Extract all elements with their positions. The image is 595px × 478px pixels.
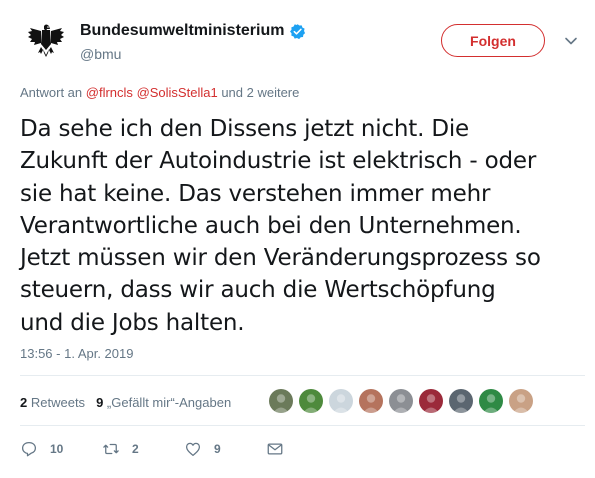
tweet-actions: 10 2 9 — [20, 440, 284, 458]
liker-avatar[interactable] — [299, 389, 323, 413]
liker-avatar[interactable] — [359, 389, 383, 413]
likers-avatars — [269, 389, 539, 413]
liker-avatar[interactable] — [269, 389, 293, 413]
retweet-count: 2 — [132, 442, 139, 456]
liker-avatar[interactable] — [329, 389, 353, 413]
reply-icon — [21, 441, 37, 457]
reply-count: 10 — [50, 442, 64, 456]
likes-stat[interactable]: 9 „Gefällt mir“-Angaben — [96, 395, 231, 410]
like-button[interactable]: 9 — [184, 440, 266, 458]
divider — [20, 375, 585, 376]
mention-link[interactable]: @SolisStella1 — [137, 85, 218, 100]
retweets-stat[interactable]: 2 Retweets — [20, 395, 85, 410]
retweet-button[interactable]: 2 — [102, 440, 184, 458]
tweet-timestamp[interactable]: 13:56 - 1. Apr. 2019 — [20, 346, 133, 361]
verified-badge-icon — [290, 23, 306, 39]
follow-button[interactable]: Folgen — [441, 24, 545, 57]
tweet-text: Da sehe ich den Dissens jetzt nicht. Die… — [20, 116, 541, 336]
liker-avatar[interactable] — [479, 389, 503, 413]
liker-avatar[interactable] — [419, 389, 443, 413]
retweet-icon — [103, 443, 119, 455]
author-display-name[interactable]: Bundesumweltministerium — [80, 22, 284, 40]
chevron-down-icon[interactable] — [562, 32, 580, 50]
envelope-icon — [267, 443, 283, 455]
reply-prefix: Antwort an — [20, 85, 83, 100]
mention-link[interactable]: @flrncls — [86, 85, 133, 100]
reply-suffix[interactable]: und 2 weitere — [221, 85, 299, 100]
liker-avatar[interactable] — [389, 389, 413, 413]
divider — [20, 425, 585, 426]
reply-context: Antwort an @flrncls @SolisStella1 und 2 … — [20, 85, 299, 100]
direct-message-button[interactable] — [266, 440, 284, 458]
reply-button[interactable]: 10 — [20, 440, 102, 458]
heart-icon — [185, 442, 201, 457]
federal-eagle-icon — [22, 17, 70, 65]
avatar[interactable] — [22, 17, 70, 65]
liker-avatar[interactable] — [509, 389, 533, 413]
like-count: 9 — [214, 442, 221, 456]
liker-avatar[interactable] — [449, 389, 473, 413]
author-handle[interactable]: @bmu — [80, 46, 121, 62]
engagement-stats: 2 Retweets 9 „Gefällt mir“-Angaben — [20, 395, 231, 410]
author-name-row[interactable]: Bundesumweltministerium — [80, 22, 306, 40]
